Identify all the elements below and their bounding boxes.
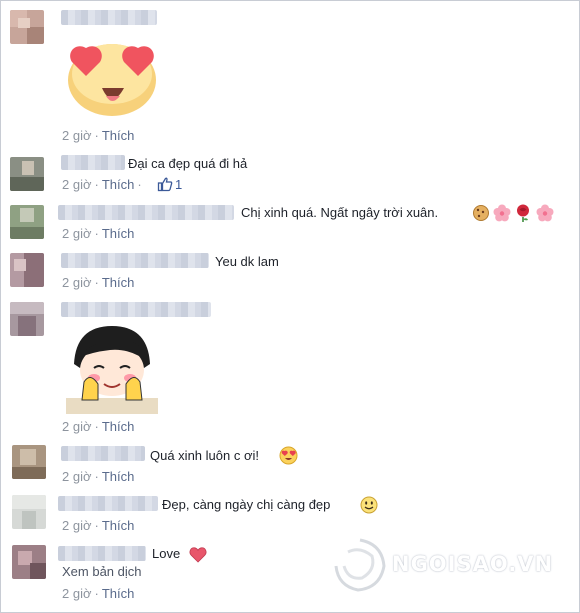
avatar[interactable] bbox=[10, 157, 44, 191]
like-count[interactable]: 1 bbox=[175, 177, 182, 192]
timestamp[interactable]: 2 giờ bbox=[62, 518, 92, 533]
timestamp[interactable]: 2 giờ bbox=[62, 419, 92, 434]
avatar[interactable] bbox=[12, 445, 46, 479]
like-link[interactable]: Thích bbox=[102, 177, 135, 192]
cherry-blossom-emoji bbox=[536, 204, 554, 222]
comment-text: Chị xinh quá. Ngất ngây trời xuân. bbox=[241, 205, 439, 220]
comment-meta: 2 giờ · Thích bbox=[62, 469, 135, 484]
like-link[interactable]: Thích bbox=[102, 586, 135, 601]
comment-meta: 2 giờ · Thích · bbox=[62, 177, 142, 192]
like-link[interactable]: Thích bbox=[102, 419, 135, 434]
watermark-logo-icon bbox=[334, 538, 386, 592]
timestamp[interactable]: 2 giờ bbox=[62, 177, 92, 192]
comment-meta: 2 giờ · Thích bbox=[62, 586, 135, 601]
commenter-name[interactable] bbox=[61, 10, 157, 25]
cherry-blossom-emoji bbox=[493, 204, 511, 222]
commenter-name[interactable] bbox=[61, 446, 145, 461]
heart-eyes-emoji bbox=[279, 446, 298, 465]
comment-meta: 2 giờ · Thích bbox=[62, 518, 135, 533]
like-link[interactable]: Thích bbox=[102, 518, 135, 533]
girl-sticker-icon bbox=[66, 326, 158, 414]
comment-text: Đại ca đẹp quá đi hả bbox=[128, 156, 248, 171]
avatar[interactable] bbox=[10, 302, 44, 336]
comment-meta: 2 giờ · Thích bbox=[62, 419, 135, 434]
like-link[interactable]: Thích bbox=[102, 469, 135, 484]
comment-text: Đẹp, càng ngày chị càng đẹp bbox=[162, 497, 331, 512]
smile-emoji bbox=[360, 496, 378, 514]
commenter-name[interactable] bbox=[61, 253, 209, 268]
thumbs-up-icon[interactable] bbox=[157, 176, 173, 192]
avatar[interactable] bbox=[12, 545, 46, 579]
like-link[interactable]: Thích bbox=[102, 275, 135, 290]
watermark-text: NGOISAO.VN bbox=[392, 552, 554, 576]
like-link[interactable]: Thích bbox=[102, 128, 135, 143]
commenter-name[interactable] bbox=[58, 546, 146, 561]
comment-meta: 2 giờ · Thích bbox=[62, 275, 135, 290]
heart-eyes-icon bbox=[68, 44, 156, 116]
timestamp[interactable]: 2 giờ bbox=[62, 469, 92, 484]
avatar[interactable] bbox=[10, 10, 44, 44]
comment-meta: 2 giờ · Thích bbox=[62, 226, 135, 241]
see-translation-link[interactable]: Xem bản dịch bbox=[62, 564, 142, 579]
avatar[interactable] bbox=[10, 253, 44, 287]
timestamp[interactable]: 2 giờ bbox=[62, 226, 92, 241]
commenter-name[interactable] bbox=[61, 302, 211, 317]
commenter-name[interactable] bbox=[58, 205, 234, 220]
avatar[interactable] bbox=[10, 205, 44, 239]
timestamp[interactable]: 2 giờ bbox=[62, 128, 92, 143]
commenter-name[interactable] bbox=[61, 155, 125, 170]
comment-text: Quá xinh luôn c ơi! bbox=[150, 448, 259, 463]
cookie-emoji bbox=[473, 205, 489, 221]
timestamp[interactable]: 2 giờ bbox=[62, 275, 92, 290]
comment-text: Yeu dk lam bbox=[215, 254, 279, 269]
avatar[interactable] bbox=[12, 495, 46, 529]
timestamp[interactable]: 2 giờ bbox=[62, 586, 92, 601]
like-link[interactable]: Thích bbox=[102, 226, 135, 241]
rose-emoji bbox=[517, 204, 529, 222]
comment-text: Love bbox=[152, 546, 181, 561]
commenter-name[interactable] bbox=[58, 496, 158, 511]
heart-emoji bbox=[189, 547, 207, 563]
comment-meta: 2 giờ · Thích bbox=[62, 128, 135, 143]
